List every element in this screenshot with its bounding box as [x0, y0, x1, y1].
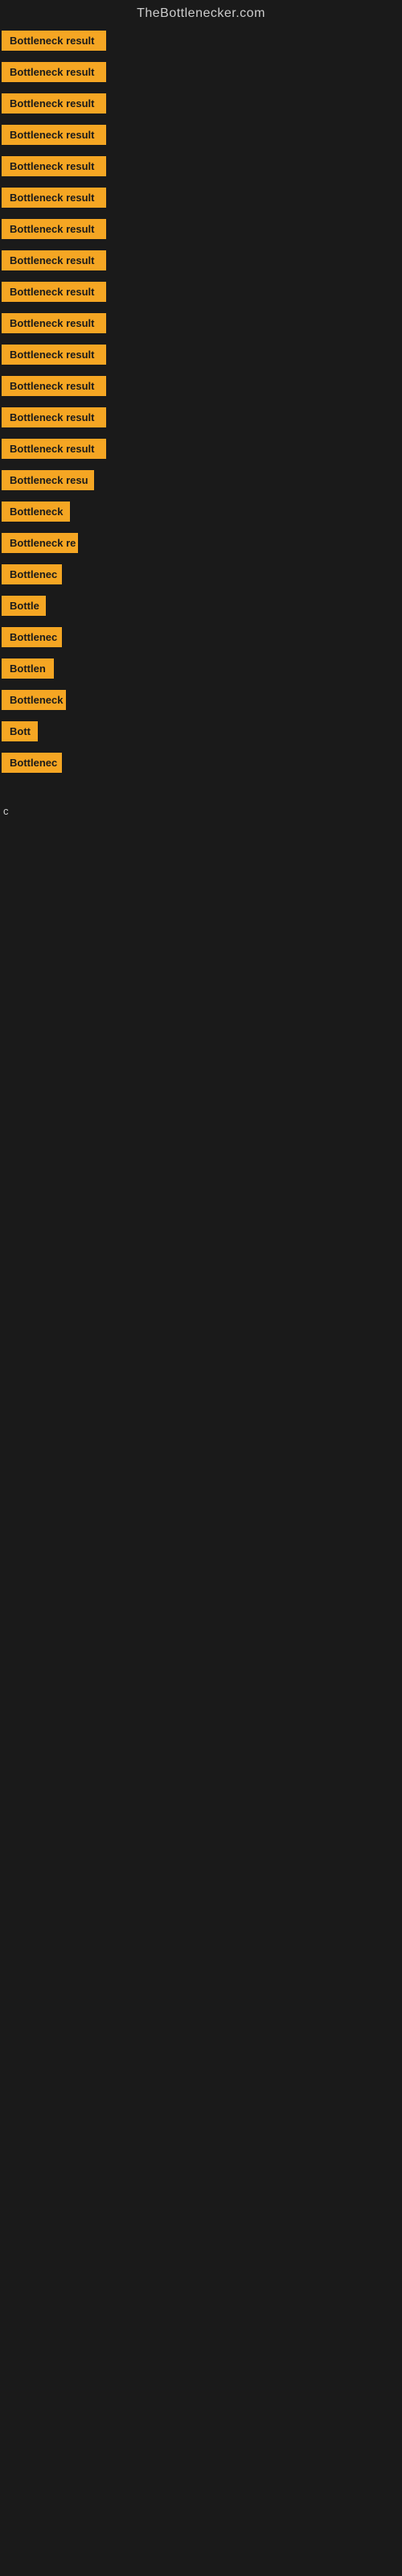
bottleneck-row: Bottleneck — [0, 502, 402, 522]
small-char: c — [3, 805, 9, 817]
bottleneck-row: Bottleneck result — [0, 282, 402, 302]
bottleneck-result-badge[interactable]: Bott — [2, 721, 38, 741]
site-title: TheBottlenecker.com — [0, 0, 402, 31]
bottleneck-result-badge[interactable]: Bottleneck result — [2, 313, 106, 333]
bottleneck-result-badge[interactable]: Bottlenec — [2, 753, 62, 773]
bottleneck-result-badge[interactable]: Bottle — [2, 596, 46, 616]
bottleneck-result-badge[interactable]: Bottleneck result — [2, 31, 106, 51]
bottleneck-result-badge[interactable]: Bottleneck result — [2, 93, 106, 114]
bottleneck-result-badge[interactable]: Bottleneck result — [2, 219, 106, 239]
bottleneck-result-badge[interactable]: Bottleneck result — [2, 376, 106, 396]
bottleneck-row: Bottleneck result — [0, 62, 402, 82]
bottleneck-row: Bottleneck result — [0, 156, 402, 176]
bottleneck-result-badge[interactable]: Bottlen — [2, 658, 54, 679]
bottleneck-row: Bottleneck result — [0, 125, 402, 145]
bottleneck-row: Bott — [0, 721, 402, 741]
bottleneck-row: Bottlenec — [0, 627, 402, 647]
bottleneck-result-badge[interactable]: Bottleneck result — [2, 188, 106, 208]
bottleneck-result-badge[interactable]: Bottleneck result — [2, 250, 106, 270]
bottleneck-row: Bottlen — [0, 658, 402, 679]
bottleneck-row: Bottleneck resu — [0, 470, 402, 490]
bottleneck-result-badge[interactable]: Bottleneck resu — [2, 470, 94, 490]
bottleneck-row: Bottlenec — [0, 564, 402, 584]
bottleneck-row: Bottleneck result — [0, 188, 402, 208]
bottleneck-result-badge[interactable]: Bottlenec — [2, 564, 62, 584]
bottleneck-result-badge[interactable]: Bottleneck re — [2, 533, 78, 553]
bottleneck-result-badge[interactable]: Bottleneck result — [2, 439, 106, 459]
bottleneck-row: Bottleneck result — [0, 219, 402, 239]
bottleneck-row: Bottleneck result — [0, 439, 402, 459]
bottleneck-result-badge[interactable]: Bottleneck result — [2, 62, 106, 82]
bottleneck-result-badge[interactable]: Bottleneck result — [2, 125, 106, 145]
bottleneck-result-badge[interactable]: Bottleneck — [2, 502, 70, 522]
bottleneck-result-badge[interactable]: Bottleneck result — [2, 282, 106, 302]
bottleneck-row: Bottleneck result — [0, 313, 402, 333]
bottleneck-row: Bottleneck result — [0, 93, 402, 114]
bottleneck-result-badge[interactable]: Bottleneck result — [2, 345, 106, 365]
bottleneck-row: Bottleneck result — [0, 345, 402, 365]
bottleneck-result-badge[interactable]: Bottleneck — [2, 690, 66, 710]
bottleneck-result-badge[interactable]: Bottleneck result — [2, 156, 106, 176]
bottleneck-row: Bottlenec — [0, 753, 402, 773]
bottleneck-row: Bottleneck — [0, 690, 402, 710]
bottleneck-row: Bottle — [0, 596, 402, 616]
bottleneck-row: Bottleneck re — [0, 533, 402, 553]
bottleneck-row: Bottleneck result — [0, 31, 402, 51]
bottleneck-row: Bottleneck result — [0, 376, 402, 396]
bottleneck-result-badge[interactable]: Bottleneck result — [2, 407, 106, 427]
bottleneck-row: Bottleneck result — [0, 250, 402, 270]
bottleneck-row: Bottleneck result — [0, 407, 402, 427]
bottleneck-result-badge[interactable]: Bottlenec — [2, 627, 62, 647]
